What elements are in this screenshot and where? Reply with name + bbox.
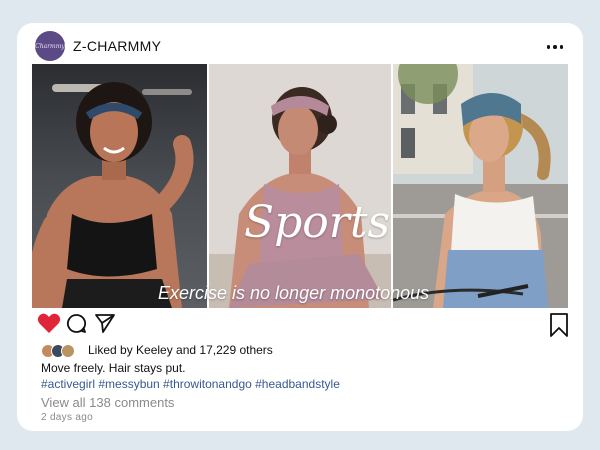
view-comments-link[interactable]: View all 138 comments: [41, 395, 174, 410]
overlay-subtitle: Exercise is no longer monotonous: [158, 283, 430, 303]
likes-count[interactable]: Liked by Keeley and 17,229 others: [88, 343, 273, 357]
post-header: Charmmy Z-CHARMMY: [35, 31, 565, 63]
post-actions: [37, 312, 572, 338]
avatar-logo-text: Charmmy: [35, 42, 65, 50]
comment-icon[interactable]: [66, 313, 87, 339]
bookmark-icon[interactable]: [549, 312, 569, 343]
post-timestamp: 2 days ago: [41, 412, 93, 423]
post-caption: Move freely. Hair stays put.: [41, 361, 186, 375]
overlay-title: Sports: [244, 197, 391, 248]
profile-avatar[interactable]: Charmmy: [35, 31, 65, 61]
send-icon[interactable]: [94, 313, 116, 339]
post-image[interactable]: Sports Exercise is no longer monotonous: [32, 64, 568, 308]
photo-panel-studio: [209, 64, 391, 308]
studio-photo-illustration: [209, 64, 391, 308]
photo-panel-gym: [32, 64, 207, 308]
likes-row: Liked by Keeley and 17,229 others: [41, 343, 561, 359]
photo-panel-street: [393, 64, 568, 308]
gym-photo-illustration: [32, 64, 207, 308]
hashtags[interactable]: #activegirl #messybun #throwitonandgo #h…: [41, 377, 340, 391]
heart-icon[interactable]: [37, 312, 61, 339]
username[interactable]: Z-CHARMMY: [73, 38, 161, 54]
more-options-icon[interactable]: [545, 41, 565, 53]
liker-avatars[interactable]: [41, 344, 81, 358]
street-photo-illustration: [393, 64, 568, 308]
post-card: Charmmy Z-CHARMMY Sports Exercise is no …: [17, 23, 583, 431]
